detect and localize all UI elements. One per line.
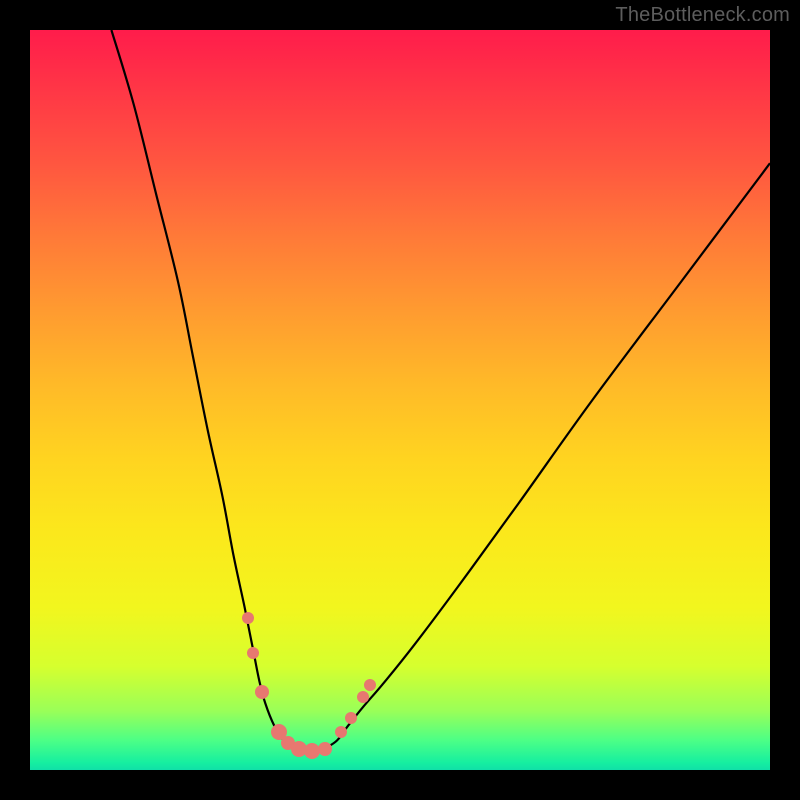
- marker-layer: [30, 30, 770, 770]
- data-marker: [364, 679, 376, 691]
- data-marker: [247, 647, 259, 659]
- data-marker: [242, 612, 254, 624]
- watermark-text: TheBottleneck.com: [615, 4, 790, 27]
- data-marker: [357, 691, 369, 703]
- data-marker: [318, 742, 332, 756]
- data-marker: [255, 685, 269, 699]
- data-marker: [335, 726, 347, 738]
- plot-area: [30, 30, 770, 770]
- chart-frame: TheBottleneck.com: [0, 0, 800, 800]
- data-marker: [345, 712, 357, 724]
